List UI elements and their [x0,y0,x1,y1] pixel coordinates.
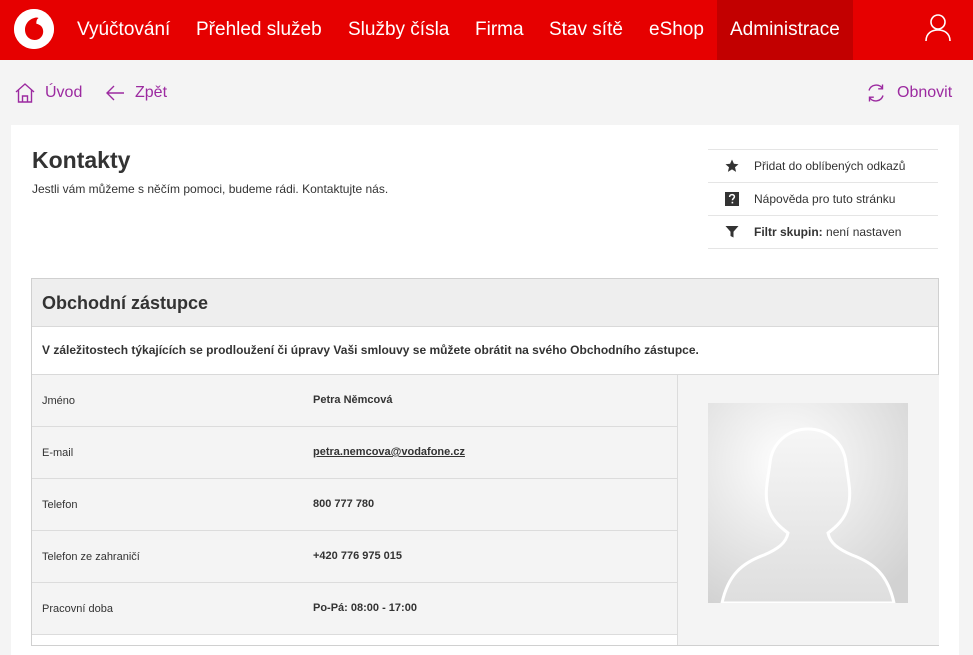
refresh-label: Obnovit [897,84,953,101]
row-value: 800 777 780 [313,498,375,510]
table-row: Telefon ze zahraničí +420 776 975 015 [32,531,677,583]
back-label: Zpět [135,84,168,101]
nav-item-eshop[interactable]: eShop [649,0,704,60]
toolbar: Úvod Zpět Obnovit [0,60,973,124]
section-header: Obchodní zástupce [32,279,938,327]
section-body: Jméno Petra Němcová E-mail petra.nemcova… [32,375,939,645]
group-filter-link[interactable]: Filtr skupin: není nastaven [708,215,938,249]
table-row: Jméno Petra Němcová [32,375,677,427]
nav-item-stav-site[interactable]: Stav sítě [549,0,623,60]
filter-label: Filtr skupin: [754,225,823,239]
nav-item-firma[interactable]: Firma [475,0,524,60]
photo-cell [677,375,939,645]
row-key: Pracovní doba [42,603,113,615]
vodafone-logo[interactable] [14,9,54,49]
nav-item-prehled-sluzeb[interactable]: Přehled služeb [196,0,322,60]
table-row: E-mail petra.nemcova@vodafone.cz [32,427,677,479]
filter-value: není nastaven [826,225,902,239]
table-row: Telefon 800 777 780 [32,479,677,531]
avatar-placeholder-icon [708,403,908,603]
nav-item-administrace[interactable]: Administrace [717,0,853,60]
table-row: Pracovní doba Po-Pá: 08:00 - 17:00 [32,583,677,635]
refresh-link[interactable]: Obnovit [865,82,955,104]
nav-item-sluzby-cisla[interactable]: Služby čísla [348,0,449,60]
filter-text: Filtr skupin: není nastaven [754,216,901,249]
section-title: Obchodní zástupce [42,293,209,313]
page-title: Kontakty [32,147,131,173]
email-link[interactable]: petra.nemcova@vodafone.cz [313,446,465,458]
nav-item-vyuctovani[interactable]: Vyúčtování [77,0,170,60]
favorite-label: Přidat do oblíbených odkazů [754,159,906,173]
row-value: Po-Pá: 08:00 - 17:00 [313,602,417,614]
home-label: Úvod [45,84,83,101]
section-note: V záležitostech týkajících se prodloužen… [32,327,938,375]
row-key: Telefon [42,499,78,511]
help-label: Nápověda pro tuto stránku [754,192,896,206]
row-key: E-mail [42,447,74,459]
home-icon [15,83,35,103]
row-value: +420 776 975 015 [313,550,403,562]
back-link[interactable]: Zpět [104,82,174,104]
page-subtitle: Jestli vám můžeme s něčím pomoci, budeme… [32,182,389,196]
top-navigation: Vyúčtování Přehled služeb Služby čísla F… [0,0,973,60]
filter-icon [725,226,739,238]
row-value: Petra Němcová [313,394,393,406]
star-icon [725,159,739,172]
contact-table: Jméno Petra Němcová E-mail petra.nemcova… [32,375,677,635]
help-icon [725,192,739,206]
page-actions: Přidat do oblíbených odkazů Nápověda pro… [708,149,938,249]
add-to-favorites-link[interactable]: Přidat do oblíbených odkazů [708,149,938,182]
row-key: Jméno [42,395,76,407]
section-note-text: V záležitostech týkajících se prodloužen… [42,343,699,357]
arrow-left-icon [106,85,124,101]
refresh-icon [868,84,884,102]
home-link[interactable]: Úvod [14,82,84,104]
row-key: Telefon ze zahraničí [42,551,140,563]
content-card: Kontakty Jestli vám můžeme s něčím pomoc… [11,125,959,655]
sales-rep-section: Obchodní zástupce V záležitostech týkají… [31,278,939,646]
user-icon[interactable] [924,13,952,43]
help-link[interactable]: Nápověda pro tuto stránku [708,182,938,215]
